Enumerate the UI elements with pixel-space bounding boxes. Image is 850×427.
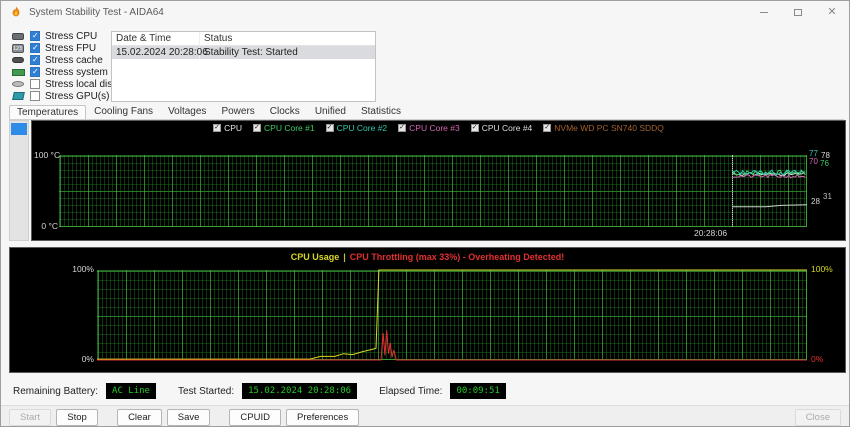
legend-label: CPU Core #3 (409, 123, 460, 133)
window-title: System Stability Test - AIDA64 (29, 7, 164, 18)
cpu-usage-chart: CPU Usage|CPU Throttling (max 33%) - Ove… (9, 247, 846, 373)
fpu-123-icon: 123 (12, 44, 24, 53)
stop-button[interactable]: Stop (56, 409, 98, 426)
maximize-button[interactable] (781, 1, 815, 23)
tab-voltages[interactable]: Voltages (161, 105, 213, 119)
usage-title-separator: | (339, 252, 350, 262)
temp-value-core1: 76 (820, 159, 829, 168)
log-datetime-cell: 15.02.2024 20:28:06 (112, 46, 200, 59)
stress-option-label: Stress FPU (45, 43, 96, 54)
maximize-icon (794, 9, 802, 16)
usage-right-max-label: 100% (811, 264, 833, 274)
battery-value-display: AC Line (106, 383, 156, 399)
legend-item: CPU Core #3 (398, 123, 460, 133)
cpuid-button[interactable]: CPUID (229, 409, 281, 426)
legend-checkbox-icon[interactable] (471, 124, 479, 132)
test-start-marker-line (732, 155, 733, 227)
test-start-time-label: 20:28:06 (694, 228, 727, 238)
legend-checkbox-icon[interactable] (253, 124, 261, 132)
stress-gpu-checkbox[interactable] (30, 91, 40, 101)
event-log-table: Date & Time Status 15.02.2024 20:28:06 S… (111, 31, 376, 102)
legend-label: CPU Core #1 (264, 123, 315, 133)
start-button[interactable]: Start (9, 409, 51, 426)
temp-value-core3: 70 (809, 157, 818, 166)
legend-checkbox-icon[interactable] (213, 124, 221, 132)
stress-disks-checkbox[interactable] (30, 79, 40, 89)
elapsed-time-display: 00:09:51 (450, 383, 505, 399)
legend-label: CPU Core #2 (337, 123, 388, 133)
usage-title-text: CPU Usage (291, 252, 340, 262)
close-window-button[interactable]: ✕ (815, 1, 849, 23)
legend-checkbox-icon[interactable] (398, 124, 406, 132)
stress-option-label: Stress GPU(s) (45, 91, 109, 102)
test-started-display: 15.02.2024 20:28:06 (242, 383, 357, 399)
temp-axis-min-label: 0 °C (34, 221, 58, 231)
preferences-button[interactable]: Preferences (286, 409, 359, 426)
aida64-stability-test-window: System Stability Test - AIDA64 ✕ Stress … (0, 0, 850, 427)
tab-cooling-fans[interactable]: Cooling Fans (87, 105, 160, 119)
legend-item: CPU Core #2 (326, 123, 388, 133)
legend-checkbox-icon[interactable] (326, 124, 334, 132)
tab-powers[interactable]: Powers (214, 105, 261, 119)
legend-label: CPU Core #4 (482, 123, 533, 133)
tab-temperatures[interactable]: Temperatures (9, 105, 86, 119)
usage-plot-grid (97, 270, 807, 360)
stress-cache-checkbox[interactable] (30, 55, 40, 65)
close-button[interactable]: Close (795, 409, 841, 426)
minimize-icon (760, 12, 768, 13)
temp-axis-max-label: 100 °C (34, 150, 58, 160)
legend-item: CPU Core #4 (471, 123, 533, 133)
tab-unified[interactable]: Unified (308, 105, 353, 119)
clear-button[interactable]: Clear (117, 409, 162, 426)
temperature-chart: CPU CPU Core #1 CPU Core #2 CPU Core #3 CPU … (31, 120, 846, 241)
legend-checkbox-icon[interactable] (543, 124, 551, 132)
usage-left-min-label: 0% (68, 354, 94, 364)
disk-icon (12, 81, 24, 87)
legend-label: NVMe WD PC SN740 SDDQ (554, 123, 664, 133)
battery-label: Remaining Battery: (13, 386, 98, 397)
cache-icon (12, 57, 24, 63)
column-header-status[interactable]: Status (200, 32, 236, 45)
temp-value-nvme-high: 31 (823, 192, 832, 201)
temperature-legend: CPU CPU Core #1 CPU Core #2 CPU Core #3 CPU … (32, 123, 845, 133)
throttling-alert-text: CPU Throttling (max 33%) - Overheating D… (350, 252, 565, 262)
close-icon: ✕ (827, 7, 836, 18)
legend-item: NVMe WD PC SN740 SDDQ (543, 123, 664, 133)
log-table-row[interactable]: 15.02.2024 20:28:06 Stability Test: Star… (112, 46, 375, 59)
aida64-flame-icon (10, 6, 22, 18)
stress-cpu-checkbox[interactable] (30, 31, 40, 41)
save-button[interactable]: Save (167, 409, 211, 426)
test-started-label: Test Started: (178, 386, 234, 397)
stress-option-label: Stress cache (45, 55, 103, 66)
bottom-button-bar: Start Stop Clear Save CPUID Preferences … (1, 405, 849, 427)
throttle-right-min-label: 0% (811, 354, 823, 364)
usage-chart-title: CPU Usage|CPU Throttling (max 33%) - Ove… (10, 252, 845, 262)
chart-tabs: Temperatures Cooling Fans Voltages Power… (9, 105, 844, 120)
tab-statistics[interactable]: Statistics (354, 105, 408, 119)
temp-chart-scrollbar[interactable] (9, 120, 29, 241)
minimize-button[interactable] (747, 1, 781, 23)
usage-left-max-label: 100% (54, 264, 94, 274)
elapsed-time-label: Elapsed Time: (379, 386, 442, 397)
legend-item: CPU Core #1 (253, 123, 315, 133)
tab-clocks[interactable]: Clocks (263, 105, 307, 119)
titlebar: System Stability Test - AIDA64 ✕ (1, 1, 849, 23)
temp-chart-scrollbar-thumb[interactable] (11, 123, 27, 135)
cpu-icon (12, 33, 24, 40)
stress-memory-checkbox[interactable] (30, 67, 40, 77)
status-bar: Remaining Battery: AC Line Test Started:… (13, 383, 506, 399)
log-table-header: Date & Time Status (112, 32, 375, 46)
gpu-icon (12, 92, 25, 100)
stress-fpu-checkbox[interactable] (30, 43, 40, 53)
temperature-plot-grid (59, 155, 807, 227)
legend-item: CPU (213, 123, 242, 133)
log-status-cell: Stability Test: Started (200, 46, 302, 59)
memory-icon (12, 69, 25, 76)
legend-label: CPU (224, 123, 242, 133)
column-header-datetime[interactable]: Date & Time (112, 32, 200, 45)
stress-option-label: Stress CPU (45, 31, 97, 42)
temp-value-nvme-low: 28 (811, 197, 820, 206)
